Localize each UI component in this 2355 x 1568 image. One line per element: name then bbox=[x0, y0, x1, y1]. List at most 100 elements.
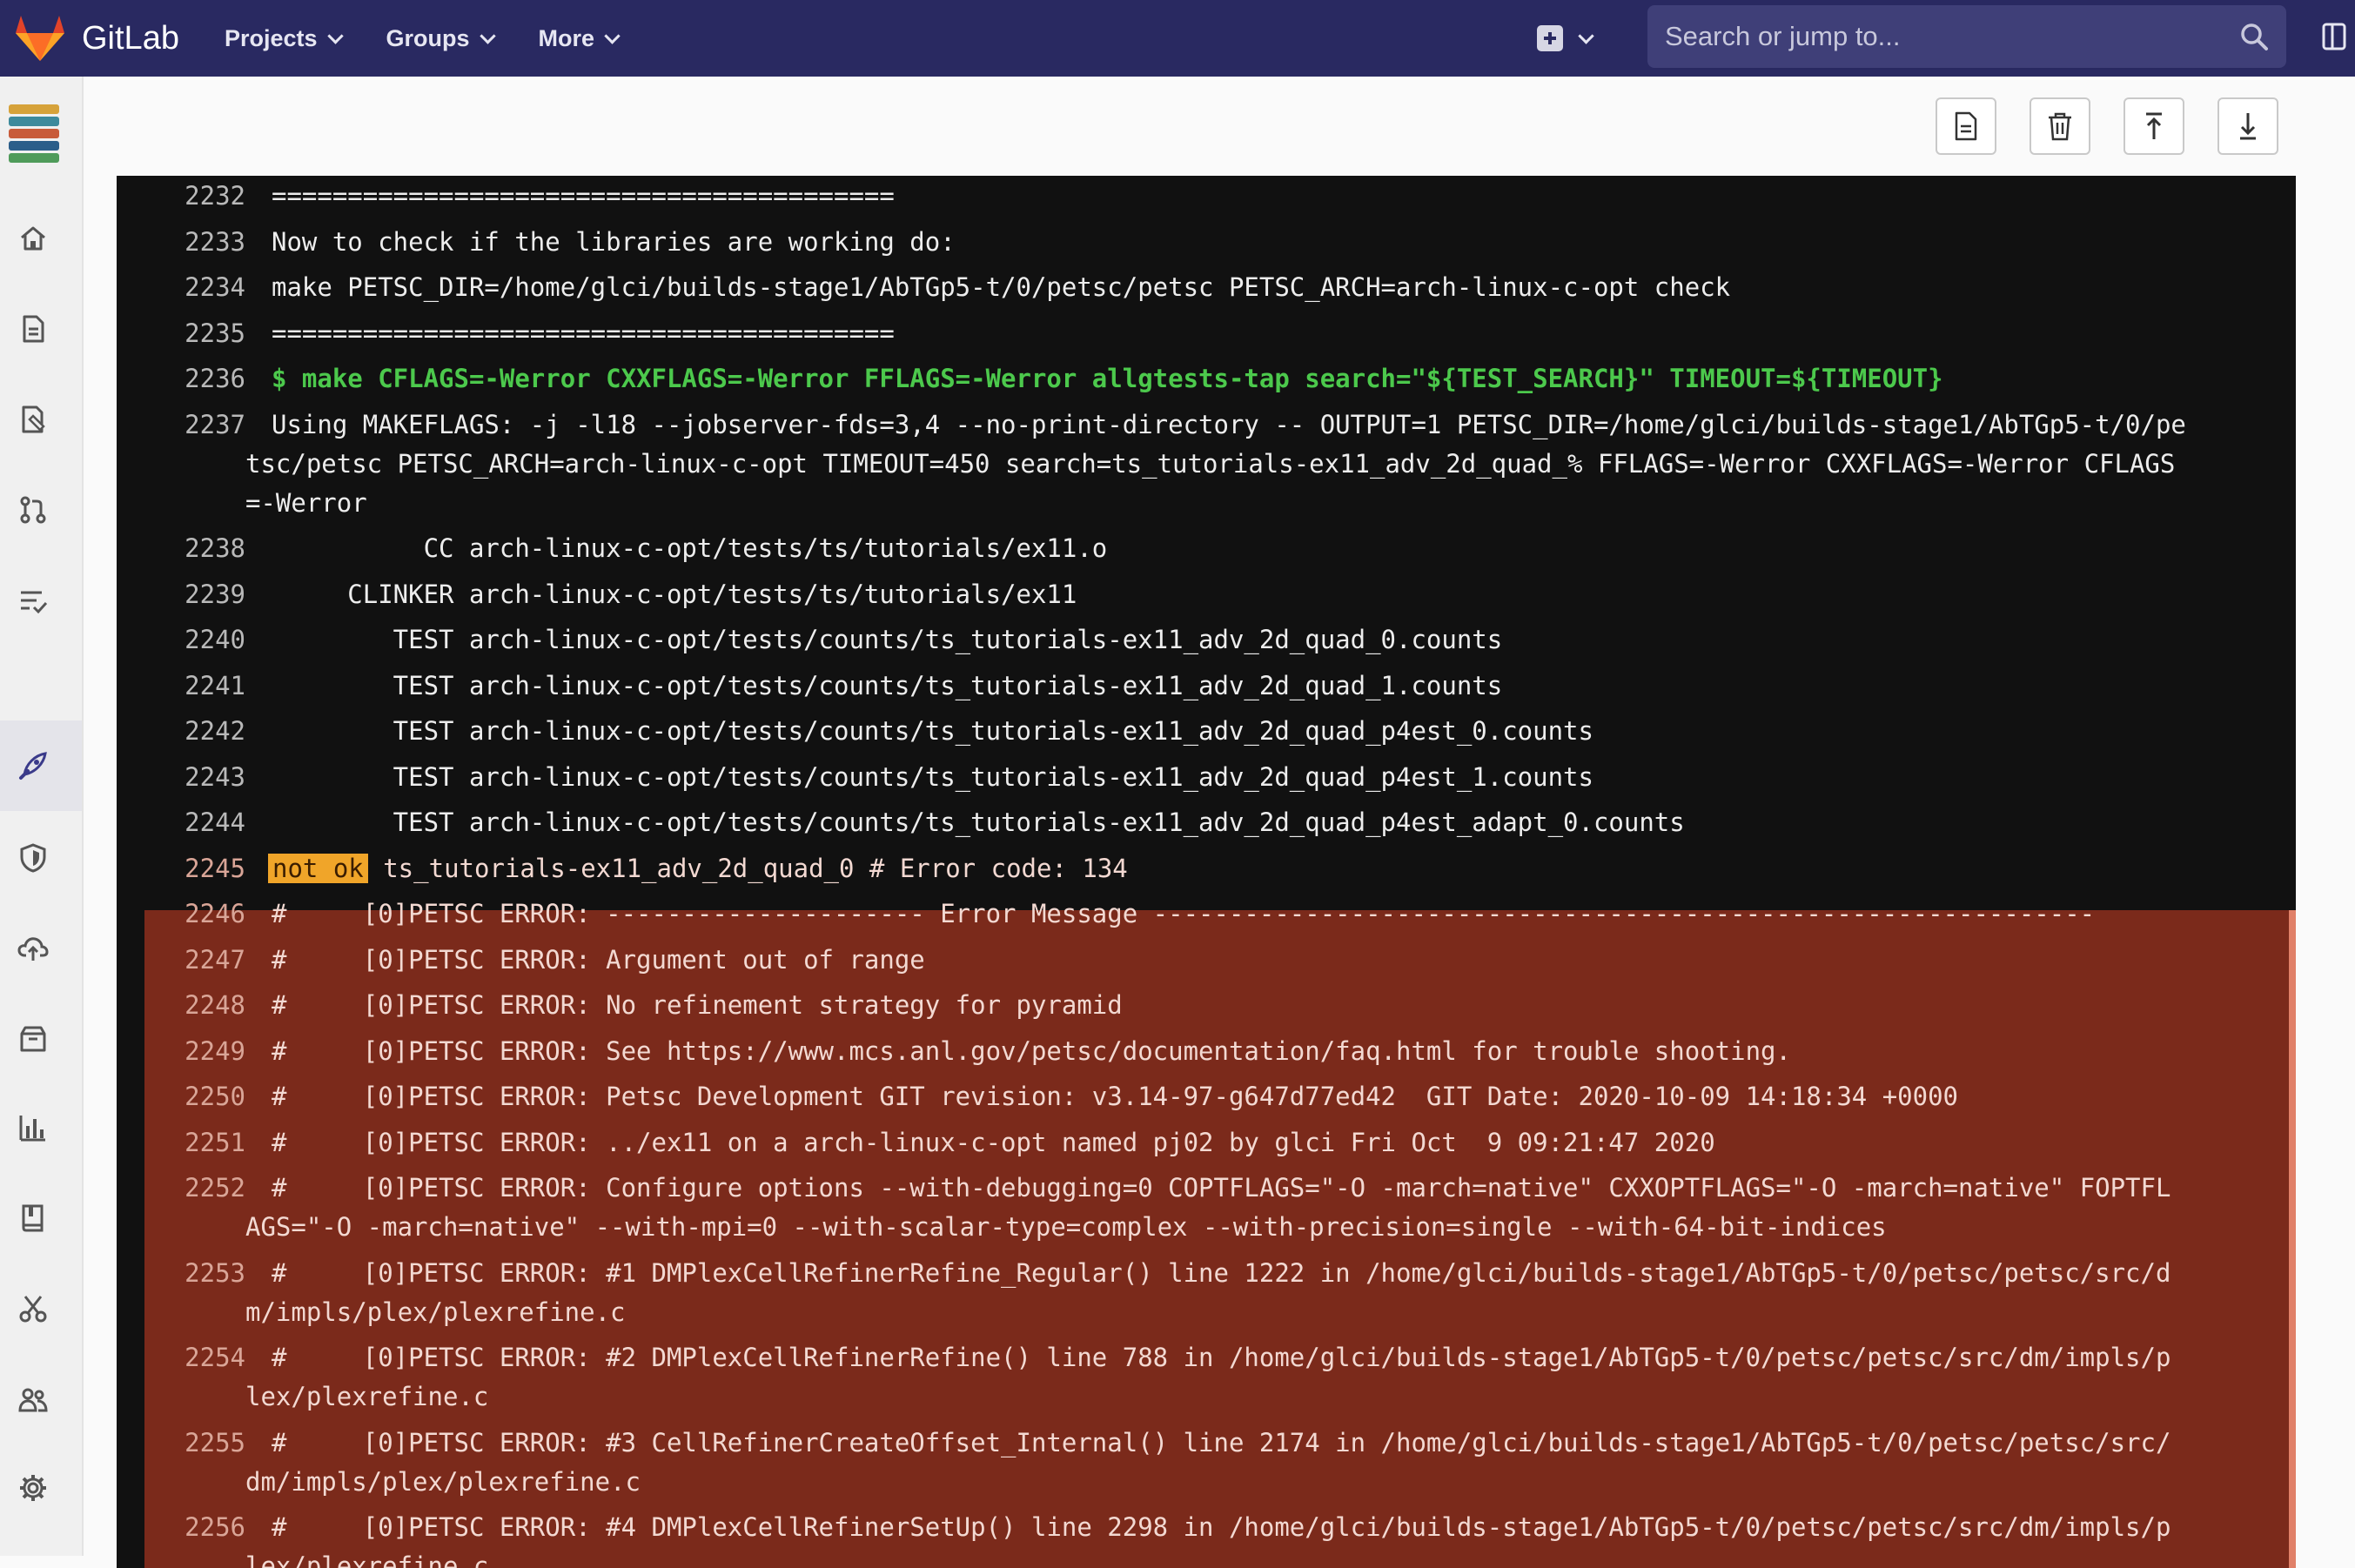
chart-icon bbox=[19, 1116, 45, 1142]
log-line-text: # [0]PETSC ERROR: #2 DMPlexCellRefinerRe… bbox=[272, 1343, 2171, 1372]
log-line-text-rest: ts_tutorials-ex11_adv_2d_quad_0 # Error … bbox=[367, 853, 1128, 883]
plus-square-icon bbox=[1537, 25, 1563, 51]
top-nav-menu: Projects Groups More bbox=[225, 25, 663, 52]
log-line-number[interactable]: 2238 bbox=[117, 533, 245, 563]
sidebar-item-snippets[interactable] bbox=[16, 1291, 50, 1326]
sidebar-item-issues[interactable] bbox=[16, 402, 50, 437]
log-line-number[interactable]: 2236 bbox=[117, 364, 245, 393]
sidebar-item-deployments[interactable] bbox=[16, 931, 50, 966]
erase-log-button[interactable] bbox=[2030, 97, 2090, 155]
log-line-text: # [0]PETSC ERROR: Petsc Development GIT … bbox=[272, 1082, 1959, 1111]
log-line-text: ========================================… bbox=[272, 181, 895, 211]
log-line-number[interactable]: 2253 bbox=[117, 1258, 245, 1288]
log-line-number[interactable]: 2233 bbox=[117, 227, 245, 257]
log-line-number[interactable]: 2251 bbox=[117, 1128, 245, 1157]
sidebar-item-requirements[interactable] bbox=[16, 583, 50, 618]
sidebar-item-ci-cd[interactable] bbox=[16, 748, 50, 783]
scroll-to-top-button[interactable] bbox=[2124, 97, 2184, 155]
log-line-text: # [0]PETSC ERROR: See https://www.mcs.an… bbox=[272, 1035, 1791, 1066]
document-icon bbox=[23, 315, 44, 343]
log-line-number[interactable]: 2247 bbox=[117, 945, 245, 975]
rocket-icon bbox=[19, 752, 47, 780]
chevron-down-icon bbox=[604, 27, 621, 44]
log-line-number[interactable]: 2250 bbox=[117, 1082, 245, 1111]
nav-more[interactable]: More bbox=[539, 25, 621, 52]
snippets-scissors-icon bbox=[19, 1296, 47, 1323]
failed-section-scroll-edge bbox=[2289, 910, 2296, 1568]
project-avatar[interactable] bbox=[7, 103, 61, 172]
package-icon bbox=[20, 1026, 46, 1052]
log-line-number[interactable]: 2241 bbox=[117, 671, 245, 700]
search-placeholder: Search or jump to... bbox=[1665, 21, 1901, 51]
log-line-number[interactable]: 2239 bbox=[117, 580, 245, 609]
log-line-text: # [0]PETSC ERROR: --------------------- … bbox=[272, 899, 2096, 928]
log-line-number[interactable]: 2249 bbox=[117, 1036, 245, 1066]
log-line-number[interactable]: 2248 bbox=[117, 990, 245, 1020]
new-item-dropdown[interactable] bbox=[1537, 19, 1594, 57]
log-line-text: CLINKER arch-linux-c-opt/tests/ts/tutori… bbox=[272, 579, 1077, 609]
sidebar-item-wiki[interactable] bbox=[16, 1201, 50, 1236]
log-line-text: CC arch-linux-c-opt/tests/ts/tutorials/e… bbox=[272, 533, 1108, 563]
log-line-wrapped-text: m/impls/plex/plexrefine.c bbox=[245, 1297, 626, 1327]
not-ok-status-badge: not ok bbox=[268, 853, 368, 883]
merge-request-icon bbox=[20, 496, 46, 524]
log-line-text: # [0]PETSC ERROR: #1 DMPlexCellRefinerRe… bbox=[272, 1257, 2171, 1288]
log-line-number[interactable]: 2240 bbox=[117, 625, 245, 654]
log-line-text: TEST arch-linux-c-opt/tests/counts/ts_tu… bbox=[272, 670, 1503, 700]
show-raw-button[interactable] bbox=[1936, 97, 1996, 155]
search-input[interactable]: Search or jump to... bbox=[1647, 5, 2286, 68]
sidebar-item-settings[interactable] bbox=[16, 1471, 50, 1505]
sidebar-item-project[interactable] bbox=[16, 221, 50, 256]
shield-icon bbox=[20, 843, 46, 873]
log-line-number[interactable]: 2237 bbox=[117, 410, 245, 439]
scroll-bottom-icon bbox=[2240, 113, 2256, 140]
log-line-number[interactable]: 2252 bbox=[117, 1173, 245, 1203]
top-navbar: GitLab Projects Groups More Search or ju… bbox=[0, 0, 2355, 77]
log-line-text: # [0]PETSC ERROR: Argument out of range bbox=[272, 944, 925, 975]
user-menu-icon[interactable] bbox=[2322, 21, 2348, 52]
log-line-wrapped-text: dm/impls/plex/plexrefine.c bbox=[245, 1466, 641, 1497]
log-line-text: make PETSC_DIR=/home/glci/builds-stage1/… bbox=[272, 272, 1731, 302]
log-line-number[interactable]: 2232 bbox=[117, 181, 245, 211]
sidebar-item-repository[interactable] bbox=[16, 312, 50, 346]
sidebar-item-merge-requests[interactable] bbox=[16, 493, 50, 527]
log-line-number[interactable]: 2246 bbox=[117, 899, 245, 928]
log-line-number[interactable]: 2256 bbox=[117, 1512, 245, 1542]
log-line-wrapped-text: tsc/petsc PETSC_ARCH=arch-linux-c-opt TI… bbox=[245, 448, 2176, 479]
nav-groups[interactable]: Groups bbox=[386, 25, 496, 52]
log-line-number[interactable]: 2245 bbox=[117, 854, 245, 883]
log-line-number[interactable]: 2255 bbox=[117, 1428, 245, 1457]
chevron-down-icon bbox=[479, 27, 496, 44]
log-line-number[interactable]: 2242 bbox=[117, 716, 245, 746]
nav-projects[interactable]: Projects bbox=[225, 25, 344, 52]
log-line-number[interactable]: 2254 bbox=[117, 1343, 245, 1372]
log-line-number[interactable]: 2234 bbox=[117, 272, 245, 302]
job-log-toolbar bbox=[84, 77, 2355, 176]
sidebar-item-members[interactable] bbox=[16, 1382, 50, 1417]
log-line-text: ========================================… bbox=[272, 318, 895, 348]
raw-log-icon bbox=[1955, 111, 1977, 141]
requirements-icon bbox=[21, 591, 48, 614]
sidebar-item-packages[interactable] bbox=[16, 1022, 50, 1056]
log-line-number[interactable]: 2244 bbox=[117, 807, 245, 837]
log-line-wrapped-text: lex/plexrefine.c bbox=[245, 1551, 489, 1568]
log-line-text: # [0]PETSC ERROR: #4 DMPlexCellRefinerSe… bbox=[272, 1512, 2171, 1542]
log-line-number[interactable]: 2243 bbox=[117, 762, 245, 792]
log-line-text: Using MAKEFLAGS: -j -l18 --jobserver-fds… bbox=[272, 409, 2186, 439]
log-line-text: TEST arch-linux-c-opt/tests/counts/ts_tu… bbox=[272, 761, 1593, 792]
settings-gear-icon bbox=[20, 1475, 46, 1501]
cloud-deploy-icon bbox=[17, 937, 49, 961]
chevron-down-icon bbox=[1578, 27, 1594, 44]
log-line-text: Now to check if the libraries are workin… bbox=[272, 226, 956, 257]
members-icon bbox=[18, 1388, 48, 1412]
wiki-book-icon bbox=[22, 1204, 44, 1232]
chevron-down-icon bbox=[326, 27, 344, 44]
job-log-output: 2232 ====================================… bbox=[117, 176, 2296, 1568]
home-icon bbox=[21, 226, 45, 251]
scroll-to-bottom-button[interactable] bbox=[2217, 97, 2278, 155]
gitlab-logo[interactable]: GitLab bbox=[14, 14, 179, 63]
sidebar-item-analytics[interactable] bbox=[16, 1110, 50, 1145]
log-line-number[interactable]: 2235 bbox=[117, 318, 245, 348]
sidebar-item-security[interactable] bbox=[16, 841, 50, 875]
log-line-text: # [0]PETSC ERROR: Configure options --wi… bbox=[272, 1173, 2171, 1203]
